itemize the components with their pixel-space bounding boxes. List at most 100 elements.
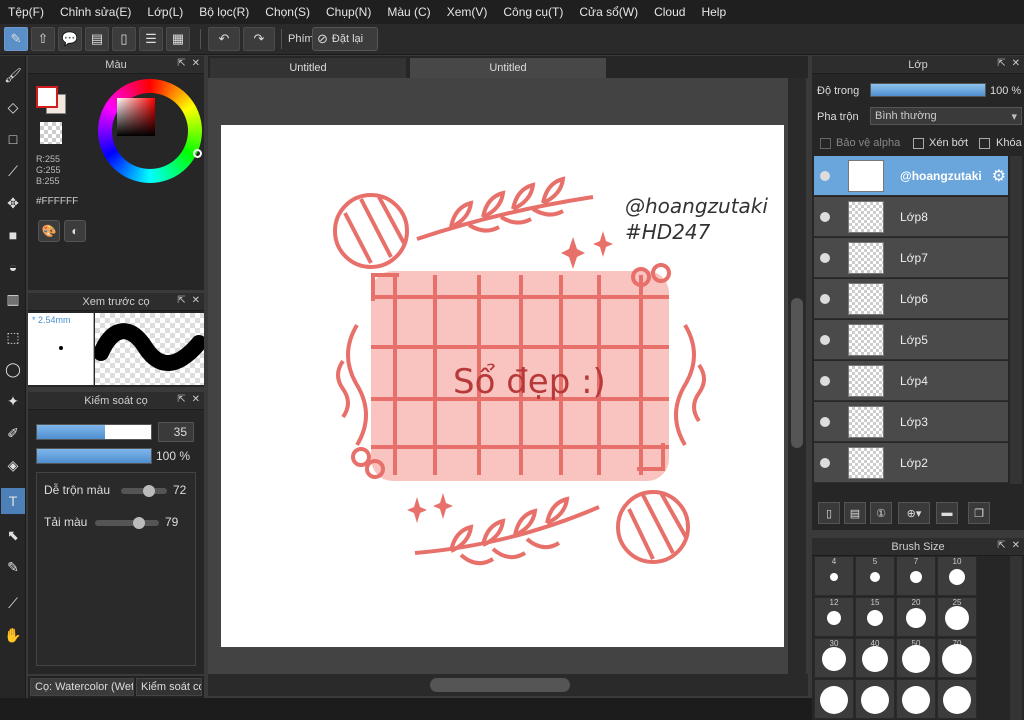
visibility-icon[interactable] <box>820 253 830 263</box>
vertical-scroll-thumb[interactable] <box>791 298 803 448</box>
load-knob[interactable] <box>133 517 145 529</box>
menu-edit[interactable]: Chỉnh sửa(E) <box>52 5 139 19</box>
operation-tool-icon[interactable]: ⬉ <box>1 522 25 548</box>
layer-item[interactable]: Lớp7 <box>814 238 1008 278</box>
bucket-tool-icon[interactable]: ◒ <box>1 254 25 280</box>
horizontal-scroll-thumb[interactable] <box>430 678 570 692</box>
eraser-tool-icon[interactable]: ◇ <box>1 94 25 120</box>
grid-icon[interactable]: ▦ <box>166 27 190 51</box>
visibility-icon[interactable] <box>820 212 830 222</box>
brush-size-cell[interactable]: 30 <box>814 638 854 678</box>
brush-opacity-slider[interactable] <box>36 448 152 464</box>
canvas-vertical-scrollbar[interactable] <box>788 78 806 674</box>
brush-size-cell[interactable]: 7 <box>896 556 936 596</box>
tab-document-1[interactable]: Untitled <box>210 58 406 78</box>
popout-icon[interactable]: ⇱ <box>997 540 1005 551</box>
protect-alpha-checkbox[interactable] <box>820 138 831 149</box>
brush-size-slider[interactable] <box>36 424 152 440</box>
clipping-checkbox[interactable] <box>913 138 924 149</box>
shape-tool-icon[interactable]: □ <box>1 126 25 152</box>
blend-mode-select[interactable]: Bình thường ▾ <box>870 107 1022 125</box>
foreground-color-swatch[interactable] <box>36 86 58 108</box>
menu-file[interactable]: Tệp(F) <box>0 5 52 19</box>
canvas-horizontal-scrollbar[interactable] <box>208 674 808 696</box>
close-icon[interactable]: ✕ <box>192 58 200 69</box>
redo-icon[interactable]: ↷ <box>243 27 275 51</box>
close-icon[interactable]: ✕ <box>1012 58 1020 69</box>
layer-item[interactable]: Lớp6 <box>814 279 1008 319</box>
brush-size-cell[interactable]: 40 <box>855 638 895 678</box>
canvas-paper[interactable]: Sổ đẹp :) @hoangzutaki #HD247 <box>221 125 784 647</box>
add-layer-menu-icon[interactable]: ⊕▾ <box>898 502 930 524</box>
visibility-icon[interactable] <box>820 294 830 304</box>
load-slider[interactable] <box>95 517 159 529</box>
brush-size-cell[interactable]: 50 <box>896 638 936 678</box>
blend-knob[interactable] <box>143 485 155 497</box>
select-rect-tool-icon[interactable]: ⬚ <box>1 324 25 350</box>
comment-icon[interactable]: 💬 <box>58 27 82 51</box>
brush-mode-icon[interactable]: ✎ <box>4 27 28 51</box>
saturation-value-square[interactable] <box>117 98 155 136</box>
menu-layer[interactable]: Lớp(L) <box>139 5 191 19</box>
canvas-area[interactable]: Sổ đẹp :) @hoangzutaki #HD247 <box>208 78 788 674</box>
tab-document-2[interactable]: Untitled <box>410 58 606 78</box>
menu-color[interactable]: Màu (C) <box>379 5 438 19</box>
layer-list-scrollbar[interactable] <box>1010 156 1022 484</box>
move-tool-icon[interactable]: ✥ <box>1 190 25 216</box>
brush-size-cell[interactable]: 5 <box>855 556 895 596</box>
lasso-tool-icon[interactable]: ◯ <box>1 356 25 382</box>
brush-size-cell[interactable]: 10 <box>937 556 977 596</box>
tab-brush-control[interactable]: Kiểm soát cọ <box>136 678 202 696</box>
visibility-icon[interactable] <box>820 417 830 427</box>
close-icon[interactable]: ✕ <box>192 394 200 405</box>
new-halftone-layer-icon[interactable]: ▤ <box>844 502 866 524</box>
new-1bit-layer-icon[interactable]: ① <box>870 502 892 524</box>
close-icon[interactable]: ✕ <box>192 295 200 306</box>
brush-size-cell[interactable]: 15 <box>855 597 895 637</box>
palette-icon[interactable]: 🎨 <box>38 220 60 242</box>
lock-checkbox[interactable] <box>979 138 990 149</box>
layer-item[interactable]: Lớp4 <box>814 361 1008 401</box>
visibility-icon[interactable] <box>820 335 830 345</box>
share-icon[interactable]: ⇧ <box>31 27 55 51</box>
brush-size-cell[interactable]: 25 <box>937 597 977 637</box>
brush-size-cell[interactable] <box>855 679 895 719</box>
magic-wand-tool-icon[interactable]: ✦ <box>1 388 25 414</box>
layer-item[interactable]: Lớp2 <box>814 443 1008 483</box>
popout-icon[interactable]: ⇱ <box>177 394 185 405</box>
eyedropper-tool-icon[interactable]: ⟋ <box>1 590 25 616</box>
palette-add-icon[interactable]: ◐ <box>64 220 86 242</box>
brush-size-cell[interactable]: 12 <box>814 597 854 637</box>
chat-icon[interactable]: ▤ <box>85 27 109 51</box>
brush-size-cell[interactable]: 4 <box>814 556 854 596</box>
undo-icon[interactable]: ↶ <box>208 27 240 51</box>
text-tool-icon[interactable]: T <box>1 488 25 514</box>
tab-brush-watercolor[interactable]: Cọ: Watercolor (Wet) <box>30 678 134 696</box>
select-eraser-tool-icon[interactable]: ◈ <box>1 452 25 478</box>
menu-view[interactable]: Xem(V) <box>439 5 496 19</box>
popout-icon[interactable]: ⇱ <box>997 58 1005 69</box>
popout-icon[interactable]: ⇱ <box>177 58 185 69</box>
document-icon[interactable]: ▯ <box>112 27 136 51</box>
select-pen-tool-icon[interactable]: ✐ <box>1 420 25 446</box>
duplicate-layer-icon[interactable]: ❐ <box>968 502 990 524</box>
popout-icon[interactable]: ⇱ <box>177 295 185 306</box>
brush-size-cell[interactable]: 70 <box>937 638 977 678</box>
menu-help[interactable]: Help <box>693 5 734 19</box>
menu-cloud[interactable]: Cloud <box>646 5 693 19</box>
list-icon[interactable]: ☰ <box>139 27 163 51</box>
brush-size-scrollbar[interactable] <box>1010 556 1022 720</box>
layer-item[interactable]: Lớp5 <box>814 320 1008 360</box>
close-icon[interactable]: ✕ <box>1012 540 1020 551</box>
brush-size-cell[interactable] <box>896 679 936 719</box>
line-tool-icon[interactable]: ⟋ <box>1 158 25 184</box>
menu-select[interactable]: Chọn(S) <box>257 5 318 19</box>
visibility-icon[interactable] <box>820 171 830 181</box>
visibility-icon[interactable] <box>820 458 830 468</box>
divide-tool-icon[interactable]: ✎ <box>1 554 25 580</box>
layer-item[interactable]: @hoangzutaki ⚙ <box>814 156 1008 196</box>
brush-size-cell[interactable]: 20 <box>896 597 936 637</box>
menu-window[interactable]: Cửa sổ(W) <box>571 5 646 19</box>
brush-size-cell[interactable] <box>814 679 854 719</box>
menu-tools[interactable]: Công cụ(T) <box>495 5 571 19</box>
